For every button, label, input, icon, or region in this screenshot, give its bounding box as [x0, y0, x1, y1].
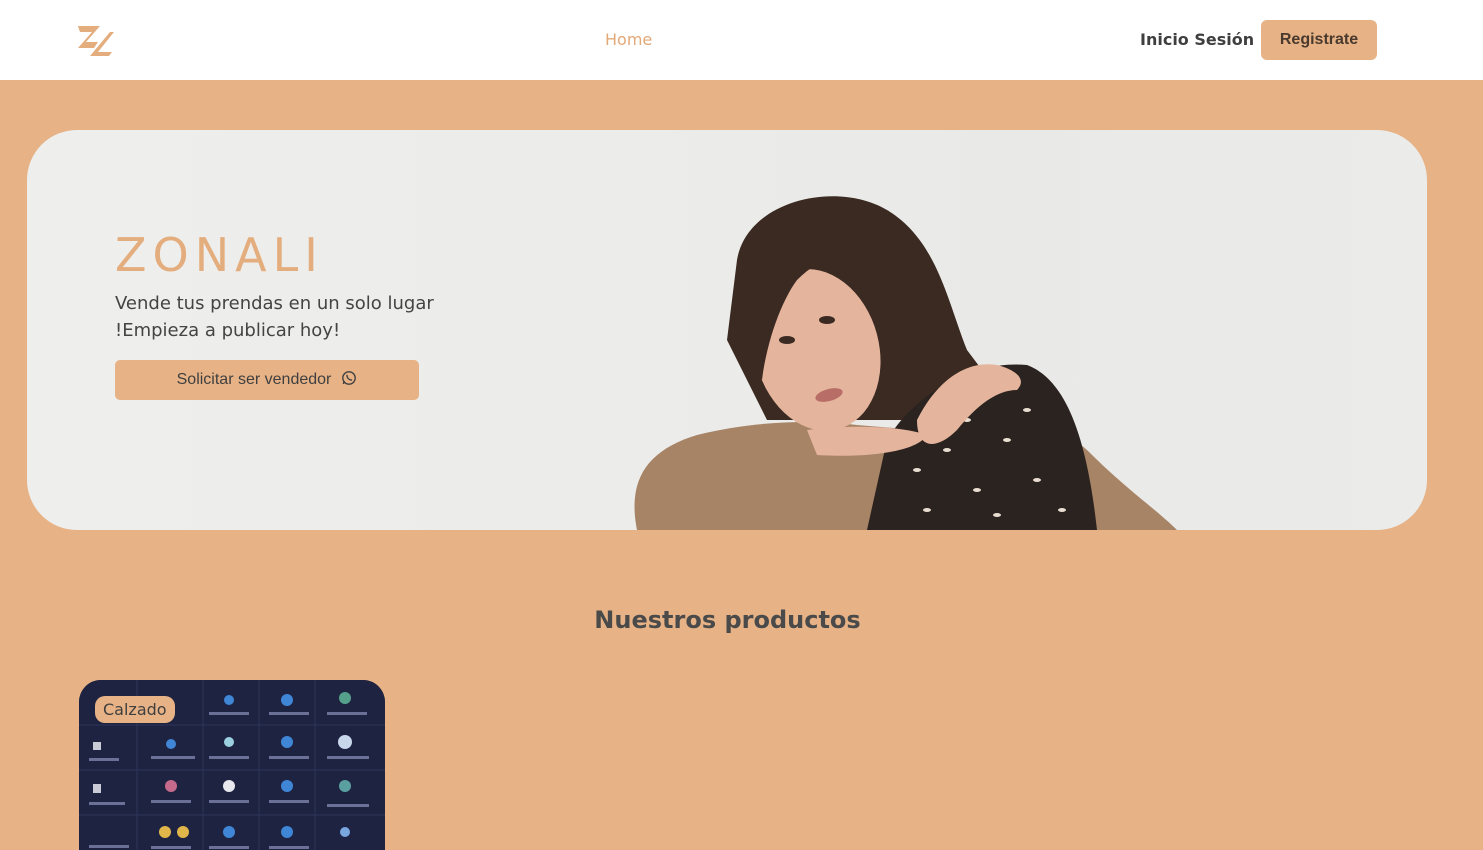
nav-home-link[interactable]: Home: [605, 30, 652, 49]
product-card[interactable]: Calzado: [79, 680, 385, 850]
request-seller-button[interactable]: Solicitar ser vendedor: [115, 360, 419, 400]
hero-banner: ZONALI Vende tus prendas en un solo luga…: [27, 130, 1427, 530]
login-link[interactable]: Inicio Sesión: [1140, 30, 1254, 49]
register-button[interactable]: Registrate: [1261, 20, 1377, 60]
top-nav: Home Inicio Sesión Registrate: [0, 0, 1483, 80]
hero-subtitle: Vende tus prendas en un solo lugar !Empi…: [115, 293, 434, 341]
hero-title: ZONALI: [115, 228, 324, 282]
category-badge: Calzado: [95, 696, 175, 723]
request-seller-label: Solicitar ser vendedor: [176, 371, 332, 388]
whatsapp-icon: [341, 370, 357, 391]
hero-model-photo: [634, 196, 1177, 530]
zonali-logo[interactable]: [76, 22, 116, 58]
products-title: Nuestros productos: [594, 606, 861, 634]
